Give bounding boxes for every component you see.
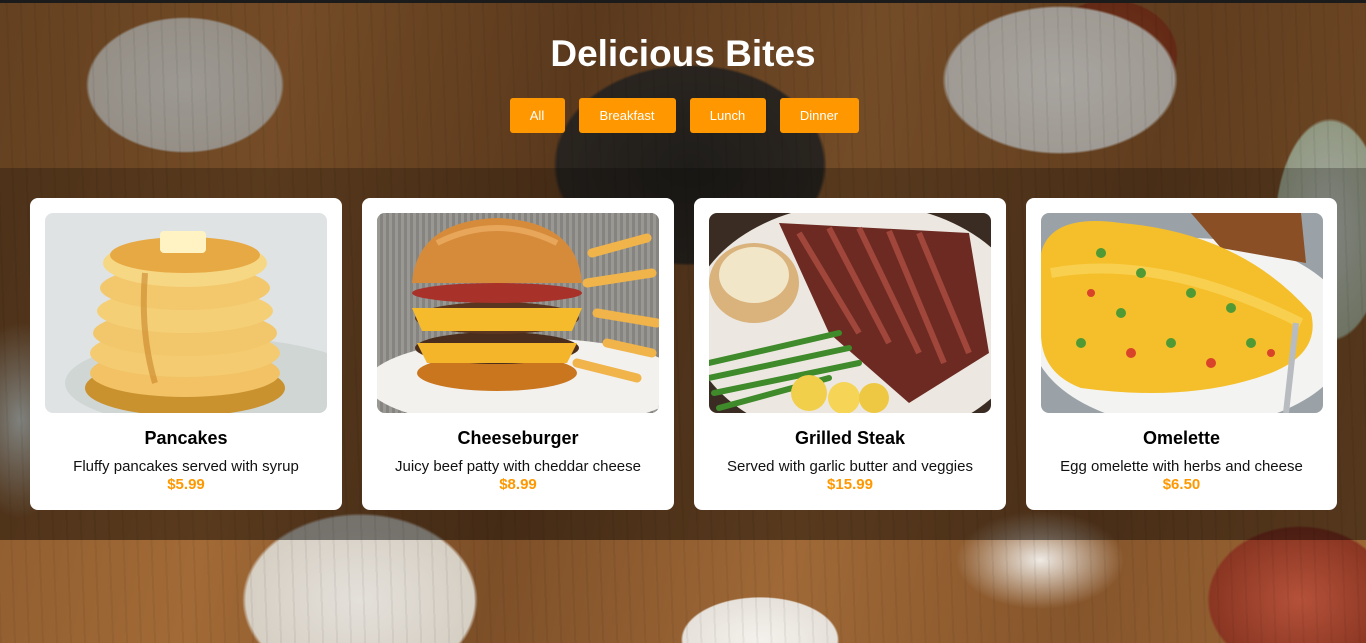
filter-breakfast-button[interactable]: Breakfast xyxy=(578,98,676,133)
menu-card-pancakes[interactable]: Pancakes Fluffy pancakes served with syr… xyxy=(30,198,342,510)
menu-card-cheeseburger[interactable]: Cheeseburger Juicy beef patty with chedd… xyxy=(362,198,674,510)
menu-item-name: Grilled Steak xyxy=(794,428,906,448)
menu-item-price: $8.99 xyxy=(499,476,537,493)
grilled-steak-photo xyxy=(709,213,991,413)
filter-dinner-button[interactable]: Dinner xyxy=(779,98,859,133)
menu-item-description: Fluffy pancakes served with syrup xyxy=(73,458,299,475)
menu-card-grilled-steak[interactable]: Grilled Steak Served with garlic butter … xyxy=(694,198,1006,510)
menu-item-name: Omelette xyxy=(1142,428,1221,448)
menu-item-name: Cheeseburger xyxy=(457,428,579,448)
menu-item-description: Juicy beef patty with cheddar cheese xyxy=(395,458,641,475)
menu-item-price: $5.99 xyxy=(167,476,205,493)
menu-card-omelette[interactable]: Omelette Egg omelette with herbs and che… xyxy=(1026,198,1337,510)
cheeseburger-photo xyxy=(377,213,659,413)
pancakes-photo xyxy=(45,213,327,413)
menu-item-description: Served with garlic butter and veggies xyxy=(727,458,973,475)
filter-lunch-button[interactable]: Lunch xyxy=(689,98,766,133)
category-filters: All Breakfast Lunch Dinner xyxy=(0,98,1366,133)
filter-all-button[interactable]: All xyxy=(509,98,565,133)
menu-item-price: $6.50 xyxy=(1162,476,1201,493)
menu-item-name: Pancakes xyxy=(144,428,228,448)
menu-item-description: Egg omelette with herbs and cheese xyxy=(1060,458,1303,475)
header-overlay xyxy=(0,3,1366,168)
menu-item-price: $15.99 xyxy=(827,476,873,493)
omelette-photo xyxy=(1041,213,1323,413)
page-title: Delicious Bites xyxy=(550,33,816,74)
menu-grid: Pancakes Fluffy pancakes served with syr… xyxy=(30,198,1337,510)
